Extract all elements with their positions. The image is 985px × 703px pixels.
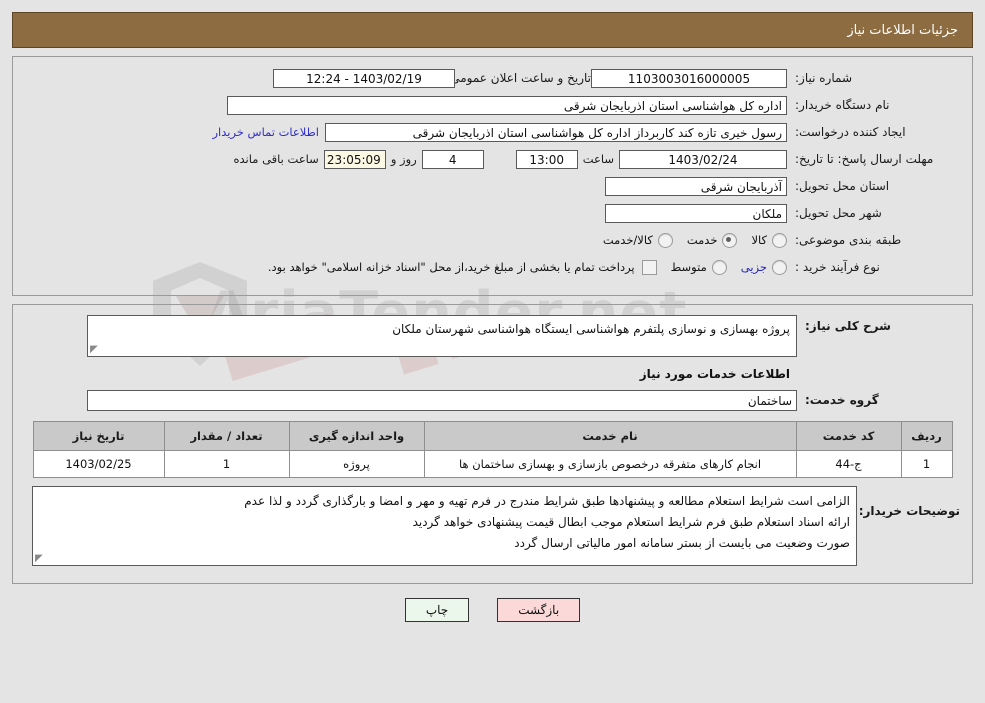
purchase-process-label: نوع فرآیند خرید : bbox=[795, 260, 880, 274]
classification-label: طبقه بندی موضوعی: bbox=[795, 233, 902, 247]
row-deadline: مهلت ارسال پاسخ: تا تاریخ: 1403/02/24 سا… bbox=[25, 148, 960, 170]
purchase-process-radio-medium[interactable] bbox=[711, 259, 727, 275]
islamic-treasury-bonds-label: پرداخت تمام یا بخشی از مبلغ خرید،از محل … bbox=[267, 260, 635, 274]
row-delivery-city: شهر محل تحویل: ملکان bbox=[25, 202, 960, 224]
row-description: شرح کلی نیاز: پروژه بهسازی و نوسازی پلتف… bbox=[25, 315, 960, 357]
classification-radio-goods[interactable] bbox=[772, 232, 787, 248]
services-table: ردیف کد خدمت نام خدمت واحد اندازه گیری ت… bbox=[32, 421, 953, 478]
requester-field[interactable]: رسول خیری تازه کند کاربرداز اداره کل هوا… bbox=[325, 122, 787, 142]
cell-service-code: ج-44 bbox=[795, 450, 902, 478]
row-classification: طبقه بندی موضوعی: کالا خدمت کالا/خدمت bbox=[25, 229, 960, 251]
deadline-time-field[interactable]: 13:00 bbox=[515, 149, 578, 169]
classification-radio-goods-service[interactable] bbox=[657, 232, 673, 248]
cell-service-name: انجام کارهای متفرقه درخصوص بازسازی و بهس… bbox=[423, 450, 797, 478]
islamic-treasury-bonds-checkbox[interactable] bbox=[641, 259, 657, 275]
cell-unit: پروژه bbox=[288, 450, 425, 478]
col-unit: واحد اندازه گیری bbox=[288, 421, 425, 451]
need-info-panel: شماره نیاز: 1103003016000005 تاریخ و ساع… bbox=[12, 56, 973, 296]
col-row-no: ردیف bbox=[900, 421, 953, 451]
deadline-countdown-label: ساعت باقی مانده bbox=[233, 152, 319, 166]
purchase-process-radio-minor[interactable] bbox=[772, 259, 787, 275]
buyer-notes-textarea[interactable]: الزامی است شرایط استعلام مطالعه و پیشنها… bbox=[32, 486, 857, 566]
row-requester: ایجاد کننده درخواست: رسول خیری تازه کند … bbox=[25, 121, 960, 143]
resize-grip-icon: ◥ bbox=[90, 344, 98, 355]
buyer-contact-link[interactable]: اطلاعات تماس خریدار bbox=[206, 125, 325, 139]
service-group-field[interactable]: ساختمان bbox=[87, 389, 797, 411]
table-header-row: ردیف کد خدمت نام خدمت واحد اندازه گیری ت… bbox=[32, 421, 953, 451]
requester-label: ایجاد کننده درخواست: bbox=[795, 125, 906, 139]
classification-label-goods: کالا bbox=[751, 233, 767, 247]
classification-radio-service[interactable] bbox=[722, 232, 738, 248]
buyer-org-label: نام دستگاه خریدار: bbox=[795, 98, 890, 112]
row-delivery-province: استان محل تحویل: آذربایجان شرقی bbox=[25, 175, 960, 197]
deadline-days-label: روز و bbox=[390, 152, 417, 166]
buyer-notes-label: توضیحات خریدار: bbox=[858, 504, 960, 518]
deadline-time-label: ساعت bbox=[582, 152, 614, 166]
page-title: جزئیات اطلاعات نیاز bbox=[847, 22, 958, 38]
description-services-panel: شرح کلی نیاز: پروژه بهسازی و نوسازی پلتف… bbox=[12, 304, 973, 584]
description-label: شرح کلی نیاز: bbox=[805, 319, 891, 333]
description-text: پروژه بهسازی و نوسازی پلتفرم هواشناسی ای… bbox=[392, 322, 790, 336]
row-purchase-process: نوع فرآیند خرید : جزیی متوسط پرداخت تمام… bbox=[25, 256, 960, 278]
purchase-process-label-medium: متوسط bbox=[670, 260, 707, 274]
buyer-notes-line-1: الزامی است شرایط استعلام مطالعه و پیشنها… bbox=[244, 494, 850, 508]
row-buyer-notes: توضیحات خریدار: الزامی است شرایط استعلام… bbox=[25, 486, 960, 566]
row-need-number: شماره نیاز: 1103003016000005 تاریخ و ساع… bbox=[25, 67, 960, 89]
cell-need-date: 1403/02/25 bbox=[32, 450, 165, 478]
cell-quantity: 1 bbox=[163, 450, 290, 478]
page-title-bar: جزئیات اطلاعات نیاز bbox=[12, 12, 973, 48]
print-button[interactable]: چاپ bbox=[404, 598, 470, 622]
announce-datetime-label: تاریخ و ساعت اعلان عمومی: bbox=[446, 71, 591, 85]
buyer-notes-line-3: صورت وضعیت می بایست از بستر سامانه امور … bbox=[514, 536, 850, 550]
purchase-process-label-minor: جزیی bbox=[740, 260, 767, 274]
deadline-label: مهلت ارسال پاسخ: تا تاریخ: bbox=[795, 152, 934, 166]
deadline-date-field[interactable]: 1403/02/24 bbox=[619, 149, 787, 169]
col-service-name: نام خدمت bbox=[423, 421, 797, 451]
cell-row-no: 1 bbox=[900, 450, 953, 478]
service-group-label: گروه خدمت: bbox=[805, 393, 879, 407]
delivery-province-label: استان محل تحویل: bbox=[795, 179, 890, 193]
services-section-heading: اطلاعات خدمات مورد نیاز bbox=[639, 367, 790, 381]
delivery-province-field[interactable]: آذربایجان شرقی bbox=[605, 176, 787, 196]
deadline-countdown-field: 23:05:09 bbox=[323, 149, 386, 169]
classification-label-goods-service: کالا/خدمت bbox=[602, 233, 653, 247]
need-number-label: شماره نیاز: bbox=[795, 71, 852, 85]
row-service-group: گروه خدمت: ساختمان bbox=[25, 389, 960, 411]
resize-grip-icon: ◥ bbox=[35, 553, 43, 564]
col-need-date: تاریخ نیاز bbox=[32, 421, 165, 451]
description-textarea[interactable]: پروژه بهسازی و نوسازی پلتفرم هواشناسی ای… bbox=[87, 315, 797, 357]
buyer-notes-line-2: ارائه اسناد استعلام طبق فرم شرایط استعلا… bbox=[412, 515, 850, 529]
col-service-code: کد خدمت bbox=[795, 421, 902, 451]
buyer-org-field[interactable]: اداره کل هواشناسی استان اذربایجان شرقی bbox=[227, 95, 787, 115]
back-button[interactable]: بازگشت bbox=[497, 598, 581, 622]
announce-datetime-field[interactable]: 1403/02/19 - 12:24 bbox=[273, 68, 455, 88]
table-row[interactable]: 1 ج-44 انجام کارهای متفرقه درخصوص بازساز… bbox=[32, 450, 953, 478]
col-quantity: تعداد / مقدار bbox=[163, 421, 290, 451]
delivery-city-label: شهر محل تحویل: bbox=[795, 206, 882, 220]
need-number-field[interactable]: 1103003016000005 bbox=[591, 68, 787, 88]
classification-label-service: خدمت bbox=[686, 233, 718, 247]
delivery-city-field[interactable]: ملکان bbox=[605, 203, 787, 223]
footer-buttons: بازگشت چاپ bbox=[0, 598, 985, 622]
row-buyer-org: نام دستگاه خریدار: اداره کل هواشناسی است… bbox=[25, 94, 960, 116]
deadline-days-field[interactable]: 4 bbox=[421, 149, 484, 169]
